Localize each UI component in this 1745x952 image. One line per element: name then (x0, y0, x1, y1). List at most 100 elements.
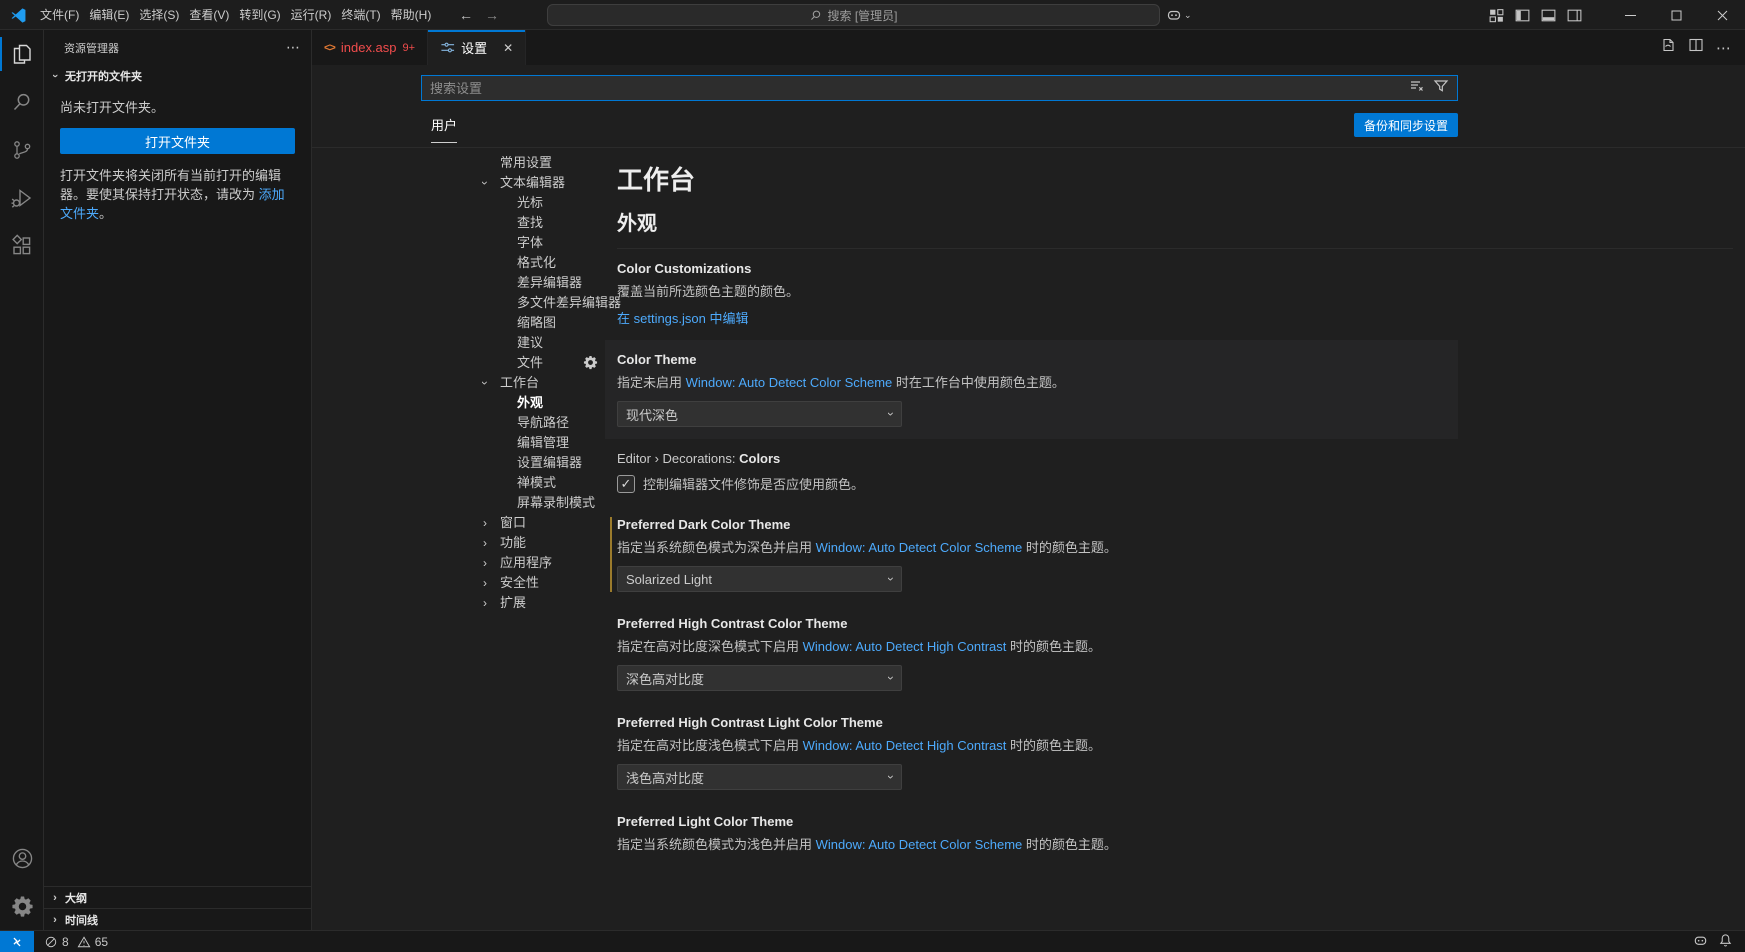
menu-item[interactable]: 转到(G) (234, 0, 285, 30)
settings-search-input[interactable] (422, 81, 1409, 96)
menu-item[interactable]: 编辑(E) (84, 0, 134, 30)
filter-icon[interactable] (1433, 78, 1449, 99)
toc-item[interactable]: 多文件差异编辑器 (421, 293, 605, 313)
setting-preferred-light-color-theme: Preferred Light Color Theme指定当系统颜色模式为浅色并… (605, 802, 1458, 866)
account-icon[interactable] (0, 834, 44, 882)
toc-item[interactable]: 字体 (421, 233, 605, 253)
explorer-icon[interactable] (0, 30, 44, 78)
close-button[interactable] (1699, 0, 1745, 30)
error-icon (44, 935, 58, 949)
setting-gear-icon[interactable] (583, 355, 598, 375)
outline-panel-header[interactable]: › 大纲 (44, 886, 311, 908)
toc-item[interactable]: 缩略图 (421, 313, 605, 333)
menu-item[interactable]: 文件(F) (35, 0, 84, 30)
copilot-menu-button[interactable]: ⌄ (1166, 0, 1192, 30)
more-actions-icon[interactable]: ⋯ (1716, 39, 1731, 57)
toc-item[interactable]: 导航路径 (421, 413, 605, 433)
tab-problems-badge: 9+ (403, 42, 416, 54)
setting-description: 覆盖当前所选颜色主题的颜色。 (617, 283, 1446, 301)
toc-item[interactable]: 常用设置 (421, 153, 605, 173)
menu-item[interactable]: 查看(V) (184, 0, 234, 30)
toc-item[interactable]: 设置编辑器 (421, 453, 605, 473)
toc-item[interactable]: ›工作台 (421, 373, 605, 393)
toc-item[interactable]: ›扩展 (421, 593, 605, 613)
command-center-search[interactable]: 搜索 [管理员] (547, 4, 1160, 26)
more-actions-icon[interactable]: ⋯ (286, 39, 301, 56)
menu-item[interactable]: 帮助(H) (386, 0, 437, 30)
edit-in-settings-json-link[interactable]: 在 settings.json 中编辑 (617, 308, 749, 327)
toc-item[interactable]: 建议 (421, 333, 605, 353)
toc-item[interactable]: 查找 (421, 213, 605, 233)
open-folder-button[interactable]: 打开文件夹 (60, 128, 295, 154)
toggle-secondary-sidebar-icon[interactable] (1566, 7, 1583, 24)
titlebar: 文件(F)编辑(E)选择(S)查看(V)转到(G)运行(R)终端(T)帮助(H)… (0, 0, 1745, 30)
warning-count: 65 (95, 935, 108, 949)
toggle-primary-sidebar-icon[interactable] (1514, 7, 1531, 24)
tab-settings[interactable]: 设置 ✕ (428, 30, 526, 65)
chevron-down-icon: › (49, 69, 61, 83)
setting-description: 指定未启用 Window: Auto Detect Color Scheme 时… (617, 374, 1446, 392)
toggle-panel-icon[interactable] (1540, 7, 1557, 24)
search-icon[interactable] (0, 78, 44, 126)
setting-color-theme: Color Theme指定未启用 Window: Auto Detect Col… (605, 340, 1458, 439)
extensions-icon[interactable] (0, 222, 44, 270)
backup-sync-settings-button[interactable]: 备份和同步设置 (1354, 113, 1458, 137)
sidebar-title: 资源管理器 (64, 40, 286, 56)
notifications-bell-icon[interactable] (1718, 933, 1733, 951)
timeline-panel-header[interactable]: › 时间线 (44, 908, 311, 930)
chevron-right-icon: › (483, 573, 500, 593)
chevron-down-icon: › (483, 373, 500, 393)
customize-layout-icon[interactable] (1488, 7, 1505, 24)
panel-label: 时间线 (65, 912, 98, 928)
toc-item[interactable]: ›应用程序 (421, 553, 605, 573)
toc-item[interactable]: ›功能 (421, 533, 605, 553)
remote-indicator[interactable] (0, 931, 34, 952)
toc-item[interactable]: ›安全性 (421, 573, 605, 593)
toc-item[interactable]: 禅模式 (421, 473, 605, 493)
toc-item[interactable]: 屏幕录制模式 (421, 493, 605, 513)
menu-item[interactable]: 终端(T) (336, 0, 385, 30)
toc-item[interactable]: 外观 (421, 393, 605, 413)
setting-link[interactable]: Window: Auto Detect High Contrast (803, 639, 1007, 654)
toc-item[interactable]: ›文本编辑器 (421, 173, 605, 193)
nav-forward-icon[interactable]: → (481, 0, 503, 30)
setting-preferred-dark-color-theme: Preferred Dark Color Theme指定当系统颜色模式为深色并启… (605, 505, 1458, 604)
maximize-button[interactable] (1653, 0, 1699, 30)
setting-select[interactable]: Solarized Light› (617, 566, 902, 592)
tab-index-asp[interactable]: <> index.asp 9+ (312, 30, 428, 65)
chevron-right-icon: › (48, 892, 62, 904)
chevron-down-icon: › (483, 173, 500, 193)
nav-back-icon[interactable]: ← (455, 0, 477, 30)
split-editor-icon[interactable] (1688, 37, 1704, 58)
menu-item[interactable]: 运行(R) (286, 0, 337, 30)
status-bar: 8 65 (0, 930, 1745, 952)
toc-item[interactable]: ›窗口 (421, 513, 605, 533)
toc-item[interactable]: 编辑管理 (421, 433, 605, 453)
clear-filters-icon[interactable] (1409, 78, 1425, 99)
chevron-right-icon: › (483, 553, 500, 573)
toc-item[interactable]: 格式化 (421, 253, 605, 273)
setting-link[interactable]: Window: Auto Detect Color Scheme (816, 837, 1023, 852)
setting-select[interactable]: 浅色高对比度› (617, 764, 902, 790)
toc-item[interactable]: 光标 (421, 193, 605, 213)
close-icon[interactable]: ✕ (503, 41, 513, 55)
section-no-folder[interactable]: › 无打开的文件夹 (44, 65, 311, 87)
source-control-icon[interactable] (0, 126, 44, 174)
copilot-status-icon[interactable] (1693, 933, 1708, 951)
menu-item[interactable]: 选择(S) (134, 0, 184, 30)
setting-link[interactable]: Window: Auto Detect Color Scheme (686, 375, 893, 390)
tab-user-scope[interactable]: 用户 (431, 115, 457, 143)
minimize-button[interactable] (1607, 0, 1653, 30)
problems-status[interactable]: 8 65 (44, 935, 108, 949)
setting-link[interactable]: Window: Auto Detect High Contrast (803, 738, 1007, 753)
manage-gear-icon[interactable] (0, 882, 44, 930)
toc-item[interactable]: 差异编辑器 (421, 273, 605, 293)
setting-checkbox[interactable]: ✓ (617, 475, 635, 493)
setting-select[interactable]: 现代深色› (617, 401, 902, 427)
toc-item[interactable]: 文件 (421, 353, 605, 373)
open-settings-json-icon[interactable] (1660, 37, 1676, 58)
setting-select[interactable]: 深色高对比度› (617, 665, 902, 691)
setting-link[interactable]: Window: Auto Detect Color Scheme (816, 540, 1023, 555)
run-debug-icon[interactable] (0, 174, 44, 222)
section-label: 无打开的文件夹 (65, 68, 142, 84)
